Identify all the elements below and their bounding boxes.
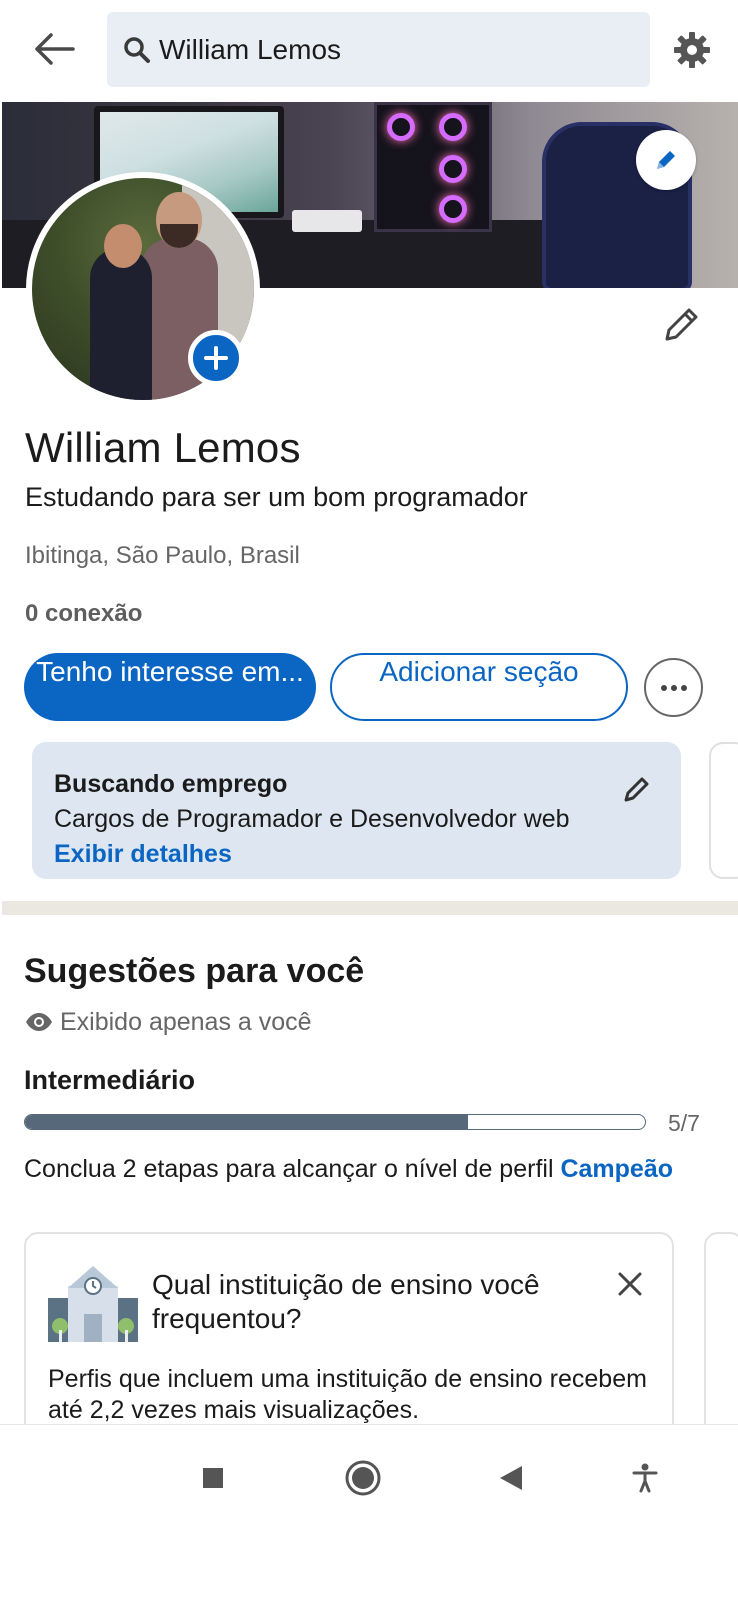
system-nav-bar: [0, 1424, 738, 1600]
more-button[interactable]: [644, 658, 703, 717]
search-input[interactable]: William Lemos: [107, 12, 650, 87]
fan-light: [439, 155, 467, 183]
accessibility-button[interactable]: [620, 1453, 670, 1503]
profile-progress-bar: [24, 1114, 646, 1130]
show-details-link[interactable]: Exibir detalhes: [54, 840, 232, 869]
arrow-left-icon: [35, 33, 75, 65]
open-to-work-card[interactable]: Buscando emprego Cargos de Programador e…: [32, 742, 681, 879]
connections-count[interactable]: 0 conexão: [25, 600, 142, 628]
triangle-back-icon: [500, 1466, 522, 1490]
back-button[interactable]: [28, 28, 78, 70]
progress-count: 5/7: [668, 1110, 700, 1136]
fan-light: [439, 195, 467, 223]
private-note: Exibido apenas a você: [24, 1006, 312, 1038]
pencil-icon: [624, 777, 649, 802]
open-to-work-title: Buscando emprego: [54, 770, 288, 798]
search-icon: [121, 34, 153, 66]
champion-link[interactable]: Campeão: [560, 1155, 673, 1183]
complete-steps-text: Conclua 2 etapas para alcançar o nível d…: [24, 1155, 673, 1184]
home-button[interactable]: [338, 1453, 388, 1503]
avatar-person-shape: [90, 248, 152, 400]
profile-progress-fill: [25, 1115, 468, 1129]
open-to-button[interactable]: Tenho interesse em...: [24, 653, 316, 721]
suggestion-card-body: Perfis que incluem uma instituição de en…: [48, 1365, 647, 1424]
pencil-icon: [657, 151, 675, 169]
square-icon: [203, 1468, 223, 1488]
next-card-peek[interactable]: [709, 742, 738, 879]
suggestion-card-title: Qual instituição de ensino você frequent…: [152, 1269, 540, 1334]
edit-open-to-work-button[interactable]: [620, 772, 654, 806]
top-bar: William Lemos: [0, 0, 738, 100]
edit-cover-button[interactable]: [636, 130, 696, 190]
accessibility-icon: [632, 1463, 658, 1493]
fan-light: [387, 113, 415, 141]
pc-case-shape: [374, 102, 492, 232]
add-section-button[interactable]: Adicionar seção: [330, 653, 628, 721]
section-divider: [2, 901, 738, 915]
avatar-head-shape: [104, 224, 142, 268]
fan-light: [439, 113, 467, 141]
profile-level: Intermediário: [24, 1065, 196, 1095]
eye-icon: [26, 1013, 52, 1031]
profile-location: Ibitinga, São Paulo, Brasil: [25, 542, 300, 569]
back-system-button[interactable]: [486, 1453, 536, 1503]
gear-icon: [674, 32, 710, 68]
dismiss-suggestion-button[interactable]: [610, 1264, 650, 1304]
circle-icon: [345, 1460, 381, 1496]
open-to-work-description: Cargos de Programador e Desenvolvedor we…: [54, 805, 570, 833]
settings-button[interactable]: [668, 26, 716, 74]
edit-profile-button[interactable]: [658, 302, 704, 348]
profile-headline: Estudando para ser um bom programador: [25, 482, 528, 512]
pencil-icon: [665, 308, 698, 341]
close-icon: [618, 1272, 642, 1296]
router-shape: [292, 210, 362, 232]
ellipsis-icon: [660, 684, 687, 691]
complete-steps-label: Conclua 2 etapas para alcançar o nível d…: [24, 1155, 561, 1183]
recents-button[interactable]: [188, 1453, 238, 1503]
add-photo-button[interactable]: [188, 330, 244, 386]
plus-icon: [204, 346, 228, 370]
profile-name: William Lemos: [25, 424, 301, 471]
suggestions-title: Sugestões para você: [24, 952, 365, 990]
school-building-icon: [48, 1266, 138, 1342]
search-value: William Lemos: [159, 33, 342, 65]
private-note-text: Exibido apenas a você: [60, 1007, 312, 1036]
